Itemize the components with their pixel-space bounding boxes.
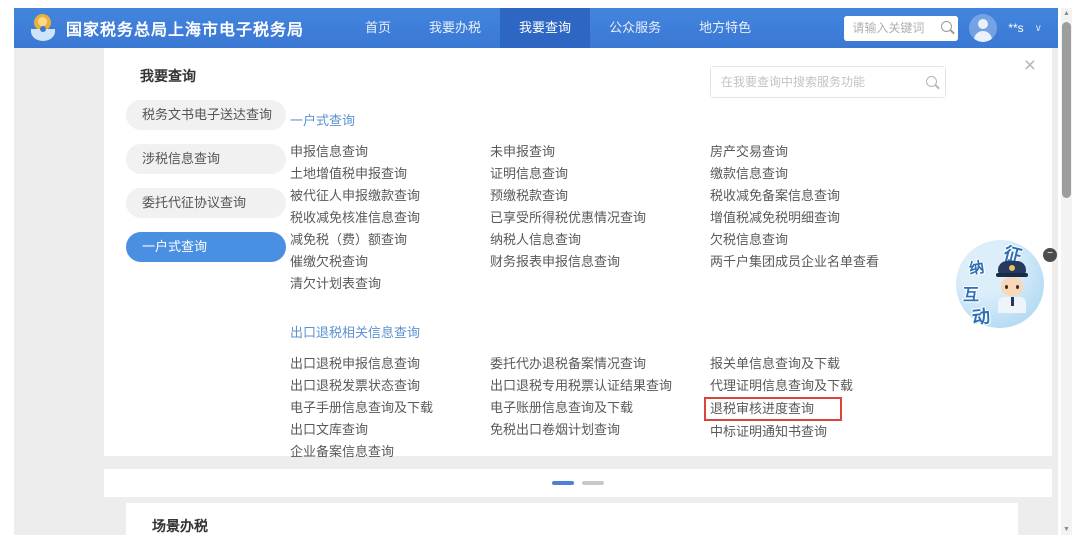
menu-link[interactable]: 缴款信息查询	[710, 163, 788, 185]
menu-link[interactable]: 土地增值税申报查询	[290, 163, 407, 185]
query-sidebar: 我要查询 税务文书电子送达查询 涉税信息查询 委托代征协议查询 一户式查询	[104, 48, 286, 262]
nav-local-features[interactable]: 地方特色	[680, 8, 770, 48]
header-search-box	[844, 15, 959, 41]
section-title[interactable]: 出口退税相关信息查询	[290, 322, 1036, 341]
scrollbar-thumb[interactable]	[1062, 22, 1071, 198]
sidebar-title: 我要查询	[140, 68, 196, 84]
menu-link[interactable]: 未申报查询	[490, 141, 555, 163]
mascot-widget[interactable]: 征 纳 互 动	[956, 240, 1044, 328]
carousel-strip	[104, 469, 1052, 497]
tax-bureau-logo-icon	[30, 13, 56, 43]
scrollbar-up-icon[interactable]: ▲	[1061, 10, 1072, 17]
minimize-icon[interactable]: −	[1043, 248, 1057, 262]
sidebar-item-document-edelivery-query[interactable]: 税务文书电子送达查询	[126, 100, 286, 130]
section-title[interactable]: 一户式查询	[290, 110, 1036, 129]
nav-i-want-to-query[interactable]: 我要查询	[500, 8, 591, 48]
sidebar-item-one-account-query[interactable]: 一户式查询	[126, 232, 286, 262]
nav-home[interactable]: 首页	[346, 8, 410, 48]
mascot-char: 互	[963, 287, 980, 304]
menu-link[interactable]: 中标证明通知书查询	[710, 421, 827, 443]
links-column: 报关单信息查询及下载 代理证明信息查询及下载 退税审核进度查询 中标证明通知书查…	[704, 353, 1036, 443]
menu-link[interactable]: 预缴税款查询	[490, 185, 568, 207]
menu-link[interactable]: 出口退税发票状态查询	[290, 375, 420, 397]
menu-link[interactable]: 免税出口卷烟计划查询	[490, 419, 620, 441]
user-avatar[interactable]	[969, 14, 998, 42]
nav-public-services[interactable]: 公众服务	[590, 8, 680, 48]
menu-link[interactable]: 出口退税申报信息查询	[290, 353, 420, 375]
menu-link[interactable]: 出口退税专用税票认证结果查询	[490, 375, 672, 397]
header-right: **s ∨	[844, 14, 1058, 42]
links-column: 委托代办退税备案情况查询 出口退税专用税票认证结果查询 电子账册信息查询及下载 …	[490, 353, 710, 441]
mascot-officer-icon	[993, 261, 1033, 319]
menu-link[interactable]: 增值税减免税明细查询	[710, 207, 840, 229]
menu-link[interactable]: 代理证明信息查询及下载	[710, 375, 853, 397]
section-export-tax-refund-query: 出口退税相关信息查询 出口退税申报信息查询 出口退税发票状态查询 电子手册信息查…	[290, 322, 1036, 463]
menu-link[interactable]: 催缴欠税查询	[290, 251, 368, 273]
tax-portal-page: 国家税务总局上海市电子税务局 首页 我要办税 我要查询 公众服务 地方特色 **…	[14, 8, 1058, 535]
menu-link[interactable]: 电子手册信息查询及下载	[290, 397, 433, 419]
next-section-title: 场景办税	[152, 518, 208, 534]
menu-link[interactable]: 税收减免备案信息查询	[710, 185, 840, 207]
scrollbar-down-icon[interactable]: ▼	[1061, 526, 1072, 533]
menu-link[interactable]: 欠税信息查询	[710, 229, 788, 251]
panel-search-input[interactable]	[711, 67, 945, 97]
section-one-account-query: 一户式查询 申报信息查询 土地增值税申报查询 被代征人申报缴款查询 税收减免核准…	[290, 110, 1036, 295]
links-column: 未申报查询 证明信息查询 预缴税款查询 已享受所得税优惠情况查询 纳税人信息查询…	[490, 141, 710, 273]
username-label[interactable]: **s	[1008, 21, 1023, 35]
links-column: 申报信息查询 土地增值税申报查询 被代征人申报缴款查询 税收减免核准信息查询 减…	[290, 141, 490, 295]
main-nav: 首页 我要办税 我要查询 公众服务 地方特色	[346, 8, 770, 48]
menu-link[interactable]: 企业备案信息查询	[290, 441, 394, 463]
menu-link[interactable]: 减免税（费）额查询	[290, 229, 407, 251]
sidebar-item-entrusted-collection-query[interactable]: 委托代征协议查询	[126, 188, 286, 218]
menu-link[interactable]: 清欠计划表查询	[290, 273, 381, 295]
search-icon[interactable]	[941, 20, 953, 32]
top-header: 国家税务总局上海市电子税务局 首页 我要办税 我要查询 公众服务 地方特色 **…	[14, 8, 1058, 48]
menu-link[interactable]: 财务报表申报信息查询	[490, 251, 620, 273]
menu-link[interactable]: 出口文库查询	[290, 419, 368, 441]
mascot-char: 动	[971, 306, 992, 328]
menu-link[interactable]: 房产交易查询	[710, 141, 788, 163]
menu-link-refund-review-progress-highlighted[interactable]: 退税审核进度查询	[704, 397, 843, 421]
browser-window: 国家税务总局上海市电子税务局 首页 我要办税 我要查询 公众服务 地方特色 **…	[0, 0, 1080, 543]
menu-link[interactable]: 申报信息查询	[290, 141, 368, 163]
menu-link[interactable]: 电子账册信息查询及下载	[490, 397, 633, 419]
chevron-down-icon[interactable]: ∨	[1035, 23, 1042, 34]
carousel-dot-active[interactable]	[552, 481, 574, 485]
query-mega-menu: × 我要查询 税务文书电子送达查询 涉税信息查询 委托代征协议查询 一户式查询 …	[104, 48, 1052, 459]
next-section-panel: 场景办税	[126, 503, 1018, 535]
menu-link[interactable]: 纳税人信息查询	[490, 229, 581, 251]
vertical-scrollbar[interactable]: ▲ ▼	[1061, 8, 1072, 535]
menu-link[interactable]: 被代征人申报缴款查询	[290, 185, 420, 207]
mega-menu-content: 一户式查询 申报信息查询 土地增值税申报查询 被代征人申报缴款查询 税收减免核准…	[290, 48, 1052, 459]
menu-sections: 一户式查询 申报信息查询 土地增值税申报查询 被代征人申报缴款查询 税收减免核准…	[290, 110, 1036, 463]
menu-link[interactable]: 证明信息查询	[490, 163, 568, 185]
nav-i-want-to-handle-tax[interactable]: 我要办税	[410, 8, 500, 48]
search-icon[interactable]	[926, 76, 937, 87]
menu-link[interactable]: 税收减免核准信息查询	[290, 207, 420, 229]
mascot-char: 纳	[968, 259, 986, 278]
menu-link[interactable]: 委托代办退税备案情况查询	[490, 353, 646, 375]
sidebar-item-tax-info-query[interactable]: 涉税信息查询	[126, 144, 286, 174]
site-title: 国家税务总局上海市电子税务局	[66, 22, 305, 39]
menu-link[interactable]: 两千户集团成员企业名单查看	[710, 251, 879, 273]
menu-link[interactable]: 报关单信息查询及下载	[710, 353, 840, 375]
menu-link[interactable]: 已享受所得税优惠情况查询	[490, 207, 646, 229]
carousel-dot[interactable]	[582, 481, 604, 485]
links-column: 出口退税申报信息查询 出口退税发票状态查询 电子手册信息查询及下载 出口文库查询…	[290, 353, 490, 463]
panel-search-box	[710, 66, 946, 98]
